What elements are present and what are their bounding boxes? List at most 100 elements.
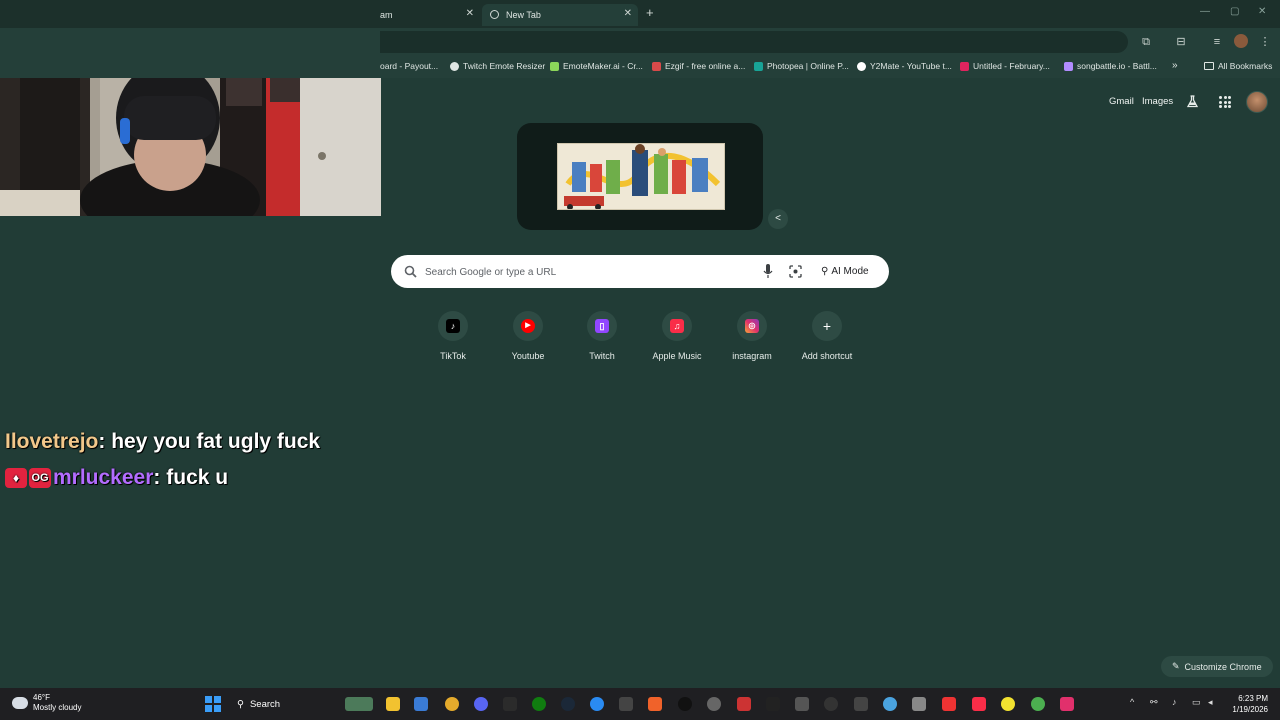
extensions-icon[interactable]: ⧉ [1139,35,1153,49]
gmail-link[interactable]: Gmail [1109,96,1134,107]
search-box[interactable]: ⚲ AI Mode [391,255,889,288]
bookmark-item[interactable]: Photopea | Online P... [754,61,849,71]
bookmark-item[interactable]: Y2Mate - YouTube t... [857,61,952,71]
bookmark-item[interactable]: Ezgif - free online a... [652,61,745,71]
bookmark-item[interactable]: songbattle.io - Battl... [1064,61,1157,71]
steam-icon[interactable] [561,697,575,711]
cloud-icon [12,697,28,709]
tab-search-icon[interactable]: ⊟ [1174,35,1188,49]
menu-kebab-icon[interactable]: ⋮ [1258,35,1272,49]
all-bookmarks-button[interactable]: All Bookmarks [1204,61,1272,71]
customize-chrome-label: Customize Chrome [1184,661,1262,672]
epic-games-icon[interactable] [503,697,517,711]
shortcut-tile: ▯ [587,311,617,341]
app-icon[interactable] [619,697,633,711]
discord-icon[interactable] [474,697,488,711]
tab-new-tab[interactable]: New Tab ✕ [482,4,638,26]
address-bar[interactable] [380,31,1128,53]
search-icon [404,265,417,278]
chrome-icon[interactable] [1031,697,1045,711]
bookmark-item[interactable]: Twitch Emote Resizer [450,61,545,71]
shortcut-youtube[interactable]: ▶ Youtube [491,311,565,361]
bookmark-item[interactable]: Untitled - February... [960,61,1050,71]
microphone-icon[interactable] [763,264,773,279]
minimize-icon[interactable]: — [1200,6,1210,17]
windows-start-icon[interactable] [205,696,221,712]
close-tab-icon[interactable]: ✕ [624,8,632,19]
app-icon[interactable] [678,697,692,711]
google-lens-icon[interactable] [789,265,802,278]
chat-username: Ilovetrejo [5,430,99,453]
google-doodle-card[interactable] [517,123,763,230]
taskbar-search[interactable]: ⚲ Search [229,693,339,715]
system-clock[interactable]: 6:23 PM 1/19/2026 [1226,693,1268,715]
share-icon[interactable]: < [768,209,788,229]
ai-mode-label: AI Mode [831,266,869,277]
shortcut-label: instagram [732,351,772,361]
og-badge-icon: OG [29,468,51,488]
obs-icon[interactable] [707,697,721,711]
network-icon[interactable]: ⚯ [1150,697,1158,708]
store-icon[interactable] [414,697,428,711]
tab-previous[interactable]: am ✕ [380,4,480,26]
app-icon[interactable] [854,697,868,711]
app-icon[interactable] [590,697,604,711]
shortcut-add[interactable]: + Add shortcut [790,311,864,361]
xbox-icon[interactable] [532,697,546,711]
gem-badge-icon: ♦ [5,468,27,488]
app-icon[interactable] [883,697,897,711]
clock-time: 6:23 PM [1238,694,1268,703]
apple-music-icon[interactable] [972,697,986,711]
photopea-icon [754,61,763,71]
display-icon[interactable]: ▭ [1192,697,1201,708]
google-apps-icon[interactable] [1219,96,1231,108]
chrome-icon[interactable] [445,697,459,711]
app-icon[interactable] [795,697,809,711]
shortcut-twitch[interactable]: ▯ Twitch [565,311,639,361]
close-tab-icon[interactable]: ✕ [466,8,474,19]
labs-flask-icon[interactable] [1186,95,1199,108]
window-close-icon[interactable]: ✕ [1258,6,1266,17]
account-avatar[interactable] [1246,91,1268,113]
app-icon[interactable] [824,697,838,711]
app-icon[interactable] [737,697,751,711]
bookmark-item[interactable]: EmoteMaker.ai - Cr... [550,61,643,71]
app-icon[interactable] [1001,697,1015,711]
shortcut-apple-music[interactable]: ♫ Apple Music [640,311,714,361]
search-input[interactable] [425,263,745,281]
pencil-icon: ✎ [1172,661,1180,671]
microphone-icon[interactable]: ♪ [1172,697,1177,707]
shortcut-instagram[interactable]: ◎ instagram [715,311,789,361]
app-icon[interactable] [766,697,780,711]
ai-mode-button[interactable]: ⚲ AI Mode [813,261,877,282]
chat-separator: : [98,430,106,453]
widget-app-icon[interactable] [345,697,373,711]
app-icon[interactable] [912,697,926,711]
chat-separator: : [153,466,161,489]
weather-widget[interactable]: 46°F Mostly cloudy [12,693,81,713]
maximize-icon[interactable]: ▢ [1230,6,1239,17]
tiktok-icon: ♪ [446,319,460,333]
globe-icon [450,61,459,71]
tab-new-tab-label: New Tab [506,10,541,20]
youtube-icon: ▶ [521,319,535,333]
google-doodle-image [557,143,725,210]
profile-avatar-small[interactable] [1234,34,1248,48]
toolbar: ⧉ ⊟ ≡ ⋮ [0,28,1280,56]
shortcut-tiktok[interactable]: ♪ TikTok [416,311,490,361]
file-explorer-icon[interactable] [386,697,400,711]
volume-icon[interactable]: ◂ [1208,697,1213,708]
plus-icon: + [822,318,832,334]
media-control-icon[interactable]: ≡ [1210,35,1224,49]
shortcut-label: Twitch [589,351,615,361]
tiktok-icon[interactable] [1060,697,1074,711]
chevron-right-icon[interactable]: » [1172,60,1178,71]
app-icon[interactable] [648,697,662,711]
customize-chrome-button[interactable]: ✎ Customize Chrome [1161,656,1273,677]
app-icon[interactable] [942,697,956,711]
bookmark-item[interactable]: oard - Payout... [380,61,438,71]
images-link[interactable]: Images [1142,96,1173,107]
ezgif-icon [652,61,661,71]
chevron-up-icon[interactable]: ^ [1130,697,1134,707]
new-tab-plus-icon[interactable]: + [646,5,654,20]
